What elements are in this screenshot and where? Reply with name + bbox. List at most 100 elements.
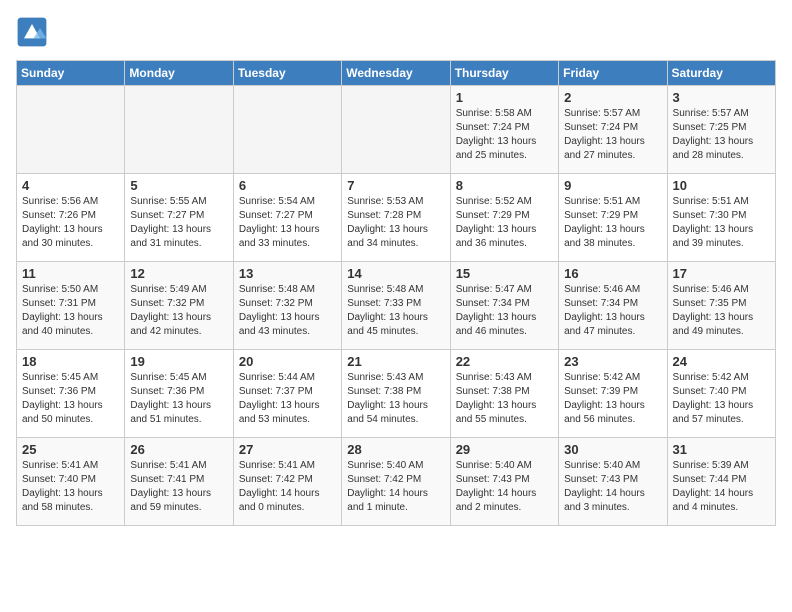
calendar-cell: 25 Sunrise: 5:41 AMSunset: 7:40 PMDayligh… — [17, 438, 125, 526]
cell-content: Sunrise: 5:51 AMSunset: 7:29 PMDaylight:… — [564, 195, 661, 251]
cell-content: Sunrise: 5:52 AMSunset: 7:29 PMDaylight:… — [456, 195, 553, 251]
cell-content: Sunrise: 5:43 AMSunset: 7:38 PMDaylight:… — [347, 371, 444, 427]
calendar-cell — [125, 86, 233, 174]
calendar-cell: 14Sunrise: 5:48 AMSunset: 7:33 PMDayligh… — [342, 262, 450, 350]
day-number: 19 — [130, 354, 227, 369]
day-number: 1 — [456, 90, 553, 105]
day-number: 24 — [673, 354, 770, 369]
day-number: 3 — [673, 90, 770, 105]
day-number: 4 — [22, 178, 119, 193]
cell-content: Sunrise: 5:50 AMSunset: 7:31 PMDaylight:… — [22, 283, 119, 339]
calendar-cell: 17 Sunrise: 5:46 AMSunset: 7:35 PMDayligh… — [667, 262, 775, 350]
col-header-sunday: Sunday — [17, 61, 125, 86]
day-number: 23 — [564, 354, 661, 369]
calendar-cell — [342, 86, 450, 174]
day-number: 27 — [239, 442, 336, 457]
day-number: 6 — [239, 178, 336, 193]
day-number: 29 — [456, 442, 553, 457]
col-header-thursday: Thursday — [450, 61, 558, 86]
day-number: 16 — [564, 266, 661, 281]
calendar-cell: 23 Sunrise: 5:42 AMSunset: 7:39 PMDayligh… — [559, 350, 667, 438]
col-header-friday: Friday — [559, 61, 667, 86]
day-number: 5 — [130, 178, 227, 193]
cell-content: Sunrise: 5:49 AMSunset: 7:32 PMDaylight:… — [130, 283, 227, 339]
col-header-monday: Monday — [125, 61, 233, 86]
calendar-cell: 8 Sunrise: 5:52 AMSunset: 7:29 PMDaylight… — [450, 174, 558, 262]
day-number: 15 — [456, 266, 553, 281]
calendar-cell — [233, 86, 341, 174]
col-header-saturday: Saturday — [667, 61, 775, 86]
calendar-table: SundayMondayTuesdayWednesdayThursdayFrid… — [16, 60, 776, 526]
day-number: 8 — [456, 178, 553, 193]
day-number: 12 — [130, 266, 227, 281]
cell-content: Sunrise: 5:58 AMSunset: 7:24 PMDaylight:… — [456, 107, 553, 163]
day-number: 28 — [347, 442, 444, 457]
cell-content: Sunrise: 5:45 AMSunset: 7:36 PMDaylight:… — [130, 371, 227, 427]
calendar-cell: 13 Sunrise: 5:48 AMSunset: 7:32 PMDayligh… — [233, 262, 341, 350]
day-number: 31 — [673, 442, 770, 457]
day-number: 10 — [673, 178, 770, 193]
cell-content: Sunrise: 5:41 AMSunset: 7:40 PMDaylight:… — [22, 459, 119, 515]
cell-content: Sunrise: 5:48 AMSunset: 7:32 PMDaylight:… — [239, 283, 336, 339]
calendar-cell: 19 Sunrise: 5:45 AMSunset: 7:36 PMDayligh… — [125, 350, 233, 438]
calendar-cell: 28 Sunrise: 5:40 AMSunset: 7:42 PMDayligh… — [342, 438, 450, 526]
cell-content: Sunrise: 5:48 AMSunset: 7:33 PMDaylight:… — [347, 283, 444, 339]
day-number: 13 — [239, 266, 336, 281]
calendar-cell: 3 Sunrise: 5:57 AMSunset: 7:25 PMDaylight… — [667, 86, 775, 174]
calendar-cell: 9 Sunrise: 5:51 AMSunset: 7:29 PMDaylight… — [559, 174, 667, 262]
calendar-cell — [17, 86, 125, 174]
calendar-cell: 16 Sunrise: 5:46 AMSunset: 7:34 PMDayligh… — [559, 262, 667, 350]
cell-content: Sunrise: 5:44 AMSunset: 7:37 PMDaylight:… — [239, 371, 336, 427]
cell-content: Sunrise: 5:55 AMSunset: 7:27 PMDaylight:… — [130, 195, 227, 251]
cell-content: Sunrise: 5:45 AMSunset: 7:36 PMDaylight:… — [22, 371, 119, 427]
logo — [16, 16, 52, 48]
calendar-cell: 26Sunrise: 5:41 AMSunset: 7:41 PMDayligh… — [125, 438, 233, 526]
cell-content: Sunrise: 5:42 AMSunset: 7:39 PMDaylight:… — [564, 371, 661, 427]
cell-content: Sunrise: 5:57 AMSunset: 7:24 PMDaylight:… — [564, 107, 661, 163]
cell-content: Sunrise: 5:41 AMSunset: 7:42 PMDaylight:… — [239, 459, 336, 515]
cell-content: Sunrise: 5:47 AMSunset: 7:34 PMDaylight:… — [456, 283, 553, 339]
calendar-cell: 29 Sunrise: 5:40 AMSunset: 7:43 PMDayligh… — [450, 438, 558, 526]
calendar-cell: 21 Sunrise: 5:43 AMSunset: 7:38 PMDayligh… — [342, 350, 450, 438]
calendar-cell: 1 Sunrise: 5:58 AMSunset: 7:24 PMDaylight… — [450, 86, 558, 174]
calendar-cell: 15 Sunrise: 5:47 AMSunset: 7:34 PMDayligh… — [450, 262, 558, 350]
day-number: 7 — [347, 178, 444, 193]
day-number: 25 — [22, 442, 119, 457]
calendar-cell: 30 Sunrise: 5:40 AMSunset: 7:43 PMDayligh… — [559, 438, 667, 526]
day-number: 21 — [347, 354, 444, 369]
cell-content: Sunrise: 5:46 AMSunset: 7:34 PMDaylight:… — [564, 283, 661, 339]
day-number: 30 — [564, 442, 661, 457]
calendar-cell: 27 Sunrise: 5:41 AMSunset: 7:42 PMDayligh… — [233, 438, 341, 526]
cell-content: Sunrise: 5:40 AMSunset: 7:42 PMDaylight:… — [347, 459, 444, 515]
cell-content: Sunrise: 5:53 AMSunset: 7:28 PMDaylight:… — [347, 195, 444, 251]
col-header-wednesday: Wednesday — [342, 61, 450, 86]
cell-content: Sunrise: 5:46 AMSunset: 7:35 PMDaylight:… — [673, 283, 770, 339]
calendar-cell: 2 Sunrise: 5:57 AMSunset: 7:24 PMDaylight… — [559, 86, 667, 174]
calendar-cell: 11 Sunrise: 5:50 AMSunset: 7:31 PMDayligh… — [17, 262, 125, 350]
cell-content: Sunrise: 5:40 AMSunset: 7:43 PMDaylight:… — [456, 459, 553, 515]
calendar-cell: 7 Sunrise: 5:53 AMSunset: 7:28 PMDaylight… — [342, 174, 450, 262]
calendar-cell: 22 Sunrise: 5:43 AMSunset: 7:38 PMDayligh… — [450, 350, 558, 438]
day-number: 2 — [564, 90, 661, 105]
calendar-cell: 12 Sunrise: 5:49 AMSunset: 7:32 PMDayligh… — [125, 262, 233, 350]
calendar-cell: 6Sunrise: 5:54 AMSunset: 7:27 PMDaylight… — [233, 174, 341, 262]
col-header-tuesday: Tuesday — [233, 61, 341, 86]
day-number: 9 — [564, 178, 661, 193]
calendar-cell: 4 Sunrise: 5:56 AMSunset: 7:26 PMDaylight… — [17, 174, 125, 262]
calendar-cell: 20Sunrise: 5:44 AMSunset: 7:37 PMDayligh… — [233, 350, 341, 438]
calendar-cell: 18 Sunrise: 5:45 AMSunset: 7:36 PMDayligh… — [17, 350, 125, 438]
cell-content: Sunrise: 5:43 AMSunset: 7:38 PMDaylight:… — [456, 371, 553, 427]
cell-content: Sunrise: 5:40 AMSunset: 7:43 PMDaylight:… — [564, 459, 661, 515]
day-number: 18 — [22, 354, 119, 369]
calendar-cell: 5 Sunrise: 5:55 AMSunset: 7:27 PMDaylight… — [125, 174, 233, 262]
cell-content: Sunrise: 5:56 AMSunset: 7:26 PMDaylight:… — [22, 195, 119, 251]
day-number: 17 — [673, 266, 770, 281]
cell-content: Sunrise: 5:51 AMSunset: 7:30 PMDaylight:… — [673, 195, 770, 251]
day-number: 26 — [130, 442, 227, 457]
day-number: 11 — [22, 266, 119, 281]
cell-content: Sunrise: 5:39 AMSunset: 7:44 PMDaylight:… — [673, 459, 770, 515]
calendar-cell: 10 Sunrise: 5:51 AMSunset: 7:30 PMDayligh… — [667, 174, 775, 262]
cell-content: Sunrise: 5:57 AMSunset: 7:25 PMDaylight:… — [673, 107, 770, 163]
day-number: 22 — [456, 354, 553, 369]
logo-icon — [16, 16, 48, 48]
